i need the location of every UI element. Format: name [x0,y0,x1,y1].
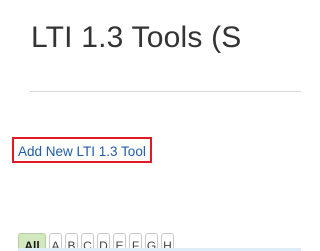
add-new-lti-tool-link[interactable]: Add New LTI 1.3 Tool [12,137,152,163]
page-title: LTI 1.3 Tools (S [31,21,242,54]
lti-tools-page: LTI 1.3 Tools (S Add New LTI 1.3 Tool Al… [0,0,301,251]
title-divider [30,91,301,92]
